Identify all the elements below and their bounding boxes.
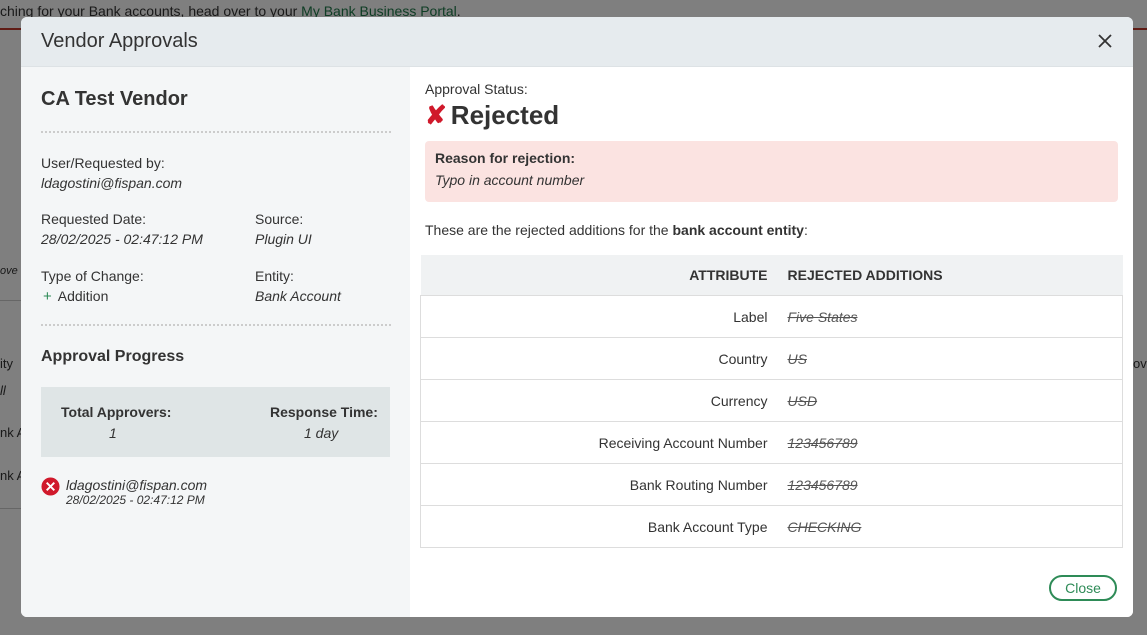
red-x-icon: ✘ — [425, 100, 447, 130]
table-row: Bank Routing Number 123456789 — [420, 463, 1123, 506]
close-button[interactable]: Close — [1049, 575, 1117, 601]
rejected-value-cell: 123456789 — [777, 463, 1123, 506]
table-header-row: Attribute Rejected Additions — [420, 255, 1123, 296]
user-value: ldagostini@fispan.com — [41, 175, 183, 191]
intro-text: These are the rejected additions for the — [425, 222, 673, 238]
requested-date-label: Requested Date: — [41, 211, 147, 227]
reason-value: Typo in account number — [435, 172, 585, 188]
table-row: Label Five States — [420, 295, 1123, 338]
attribute-cell: Country — [420, 337, 778, 380]
vendor-approvals-modal: Vendor Approvals CA Test Vendor User/Req… — [21, 17, 1133, 617]
divider — [41, 131, 391, 133]
attribute-cell: Label — [420, 295, 778, 338]
approval-status-panel: Approval Status: ✘ Rejected Reason for re… — [410, 67, 1133, 617]
status-text: Rejected — [450, 100, 560, 130]
attribute-cell: Bank Routing Number — [420, 463, 778, 506]
source-label: Source: — [255, 211, 304, 227]
progress-summary: Total Approvers: 1 Response Time: 1 day — [41, 387, 390, 457]
entity-label: Entity: — [255, 268, 294, 284]
table-row: Receiving Account Number 123456789 — [420, 421, 1123, 464]
approval-progress-title: Approval Progress — [41, 348, 185, 365]
requested-date-value: 28/02/2025 - 02:47:12 PM — [41, 231, 203, 247]
source-value: Plugin UI — [255, 231, 312, 247]
reason-label: Reason for rejection: — [435, 150, 576, 166]
approval-status-label: Approval Status: — [425, 81, 528, 97]
entity-value: Bank Account — [255, 288, 341, 304]
rejected-value-cell: CHECKING — [777, 505, 1123, 548]
attribute-cell: Bank Account Type — [420, 505, 778, 548]
modal-title: Vendor Approvals — [41, 30, 198, 52]
table-row: Country US — [420, 337, 1123, 380]
rejected-value-cell: USD — [777, 379, 1123, 422]
change-type-label: Type of Change: — [41, 268, 144, 284]
rejection-reason-box: Reason for rejection: Typo in account nu… — [425, 141, 1118, 202]
approver-email: ldagostini@fispan.com — [66, 477, 208, 493]
rejected-additions-table: Attribute Rejected Additions Label Five … — [420, 255, 1123, 548]
modal-header: Vendor Approvals — [21, 17, 1133, 67]
attribute-column-header: Attribute — [420, 255, 778, 296]
change-type-text: Addition — [57, 288, 109, 304]
user-label: User/Requested by: — [41, 155, 165, 171]
close-icon[interactable] — [1095, 31, 1115, 51]
rejected-value-cell: 123456789 — [777, 421, 1123, 464]
table-row: Bank Account Type CHECKING — [420, 505, 1123, 548]
rejected-value-cell: Five States — [777, 295, 1123, 338]
attribute-cell: Receiving Account Number — [420, 421, 778, 464]
total-approvers-value: 1 — [109, 425, 117, 441]
divider — [41, 324, 391, 326]
response-time-value: 1 day — [304, 425, 339, 441]
approval-status-value: ✘ Rejected — [425, 100, 559, 131]
rejected-additions-column-header: Rejected Additions — [777, 255, 1123, 296]
response-time-label: Response Time: — [270, 404, 378, 420]
rejected-additions-intro: These are the rejected additions for the… — [425, 222, 808, 238]
rejected-circle-icon — [41, 477, 60, 496]
plus-icon: + — [43, 288, 52, 305]
table-row: Currency USD — [420, 379, 1123, 422]
intro-entity: bank account entity — [672, 222, 804, 238]
attribute-cell: Currency — [420, 379, 778, 422]
vendor-details-panel: CA Test Vendor User/Requested by: ldagos… — [21, 67, 410, 617]
change-type-value: + Addition — [43, 288, 108, 305]
rejected-value-cell: US — [777, 337, 1123, 380]
approver-date: 28/02/2025 - 02:47:12 PM — [66, 493, 205, 507]
intro-suffix: : — [803, 222, 808, 238]
vendor-name: CA Test Vendor — [41, 88, 188, 110]
total-approvers-label: Total Approvers: — [61, 404, 172, 420]
